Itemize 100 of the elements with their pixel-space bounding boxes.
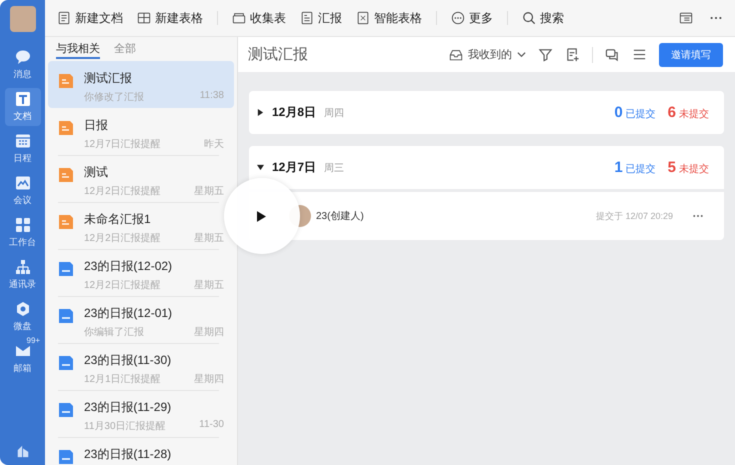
item-subtitle: 你修改了汇报	[84, 90, 144, 104]
grid-icon	[14, 217, 30, 233]
calendar-icon	[14, 133, 30, 149]
box-icon	[232, 11, 246, 25]
toolbar-button[interactable]: 新建文档	[57, 10, 123, 26]
item-subtitle: 12月2日汇报提醒	[84, 278, 161, 292]
document-file-icon	[58, 261, 74, 277]
toolbar-button[interactable]: 新建表格	[137, 10, 203, 26]
toolbar-button[interactable]: 收集表	[232, 10, 286, 26]
caret-down-icon	[257, 164, 264, 171]
item-title: 测试汇报	[84, 70, 133, 87]
item-title: 23的日报(11-29)	[84, 399, 172, 416]
filter-icon[interactable]	[538, 47, 553, 62]
toolbar-button[interactable]: 汇报	[300, 10, 342, 26]
invite-button[interactable]: 邀请填写	[659, 42, 723, 66]
item-title: 未命名汇报1	[84, 211, 152, 228]
item-time: 11:38	[200, 90, 224, 103]
document-file-icon	[58, 308, 74, 324]
building-icon[interactable]	[16, 444, 30, 458]
document-file-icon	[58, 402, 74, 418]
list-item[interactable]: 23的日报(11-28)	[48, 437, 234, 465]
chat-bubble-icon	[14, 49, 30, 65]
item-time: 星期四	[194, 326, 224, 339]
caret-right-icon	[257, 109, 264, 116]
toolbar-button[interactable]: 更多	[451, 10, 493, 26]
item-time: 星期五	[194, 278, 224, 292]
weekday: 周三	[324, 162, 344, 174]
item-title: 23的日报(11-30)	[84, 352, 172, 369]
nav-label: 邮箱	[14, 362, 32, 375]
sidebar-item[interactable]: 文档	[4, 88, 40, 126]
pending-label: 未提交	[679, 162, 709, 176]
nav-label: 微盘	[14, 320, 32, 333]
inbox-icon	[449, 48, 463, 62]
layout-icon[interactable]	[679, 11, 693, 25]
chevron-down-icon	[517, 50, 526, 59]
nav-label: 通讯录	[9, 278, 36, 291]
add-note-icon[interactable]	[565, 47, 580, 62]
nav-label: 日程	[14, 152, 32, 165]
sidebar-item[interactable]: 工作台	[4, 214, 40, 252]
nav-label: 工作台	[9, 236, 36, 249]
day-date: 12月7日	[272, 159, 316, 176]
item-subtitle: 12月7日汇报提醒	[84, 138, 161, 151]
day-header[interactable]: 12月8日 周四 0 已提交 6 未提交	[249, 91, 724, 134]
item-title: 23的日报(12-02)	[84, 258, 174, 275]
report-icon	[300, 11, 314, 25]
list-item[interactable]: 测试汇报 你修改了汇报 11:38	[48, 61, 234, 108]
list-item[interactable]: 日报 12月7日汇报提醒 昨天	[48, 108, 234, 155]
item-title: 23的日报(11-28)	[84, 446, 172, 463]
list-item[interactable]: 23的日报(11-30) 12月1日汇报提醒 星期四	[48, 343, 234, 390]
item-subtitle: 12月2日汇报提醒	[84, 184, 161, 198]
item-time: 星期五	[194, 232, 224, 245]
report-file-icon	[58, 73, 74, 89]
submitted-count: 0	[614, 104, 623, 121]
report-file-icon	[58, 167, 74, 183]
table-icon	[137, 11, 151, 25]
list-item[interactable]: 23的日报(11-29) 11月30日汇报提醒 11-30	[48, 390, 234, 437]
list-item[interactable]: 23的日报(12-02) 12月2日汇报提醒 星期五	[48, 249, 234, 296]
smart-table-icon	[356, 11, 370, 25]
item-subtitle: 你编辑了汇报	[84, 326, 144, 339]
report-file-icon	[58, 120, 74, 136]
sidebar-item[interactable]: 通讯录	[4, 256, 40, 294]
pending-count: 6	[668, 104, 676, 121]
list-item[interactable]: 23的日报(12-01) 你编辑了汇报 星期四	[48, 296, 234, 343]
sidebar-item[interactable]: 日程	[4, 130, 40, 168]
report-file-icon	[58, 214, 74, 230]
item-time: 11-30	[199, 419, 224, 432]
unread-count: 99+	[26, 336, 40, 345]
item-title: 23的日报(12-01)	[84, 305, 174, 322]
item-title: 测试	[84, 164, 109, 181]
document-file-icon	[58, 355, 74, 371]
item-subtitle: 12月1日汇报提醒	[84, 372, 161, 386]
sidebar-item[interactable]: 微盘	[4, 298, 40, 336]
nav-label: 文档	[14, 110, 32, 123]
submitted-label: 已提交	[626, 108, 656, 121]
item-title: 日报	[84, 117, 109, 134]
toolbar-button[interactable]: 智能表格	[356, 10, 422, 26]
item-time: 昨天	[204, 138, 224, 151]
nav-label: 会议	[14, 194, 32, 207]
submitter-name: 23(创建人)	[316, 210, 364, 223]
search-icon	[522, 11, 536, 25]
mountain-icon	[14, 175, 30, 191]
chat-bubbles-icon[interactable]	[605, 47, 620, 62]
weekday: 周四	[324, 106, 344, 120]
submit-time: 提交于 12/07 20:29	[596, 210, 673, 222]
toolbar-button[interactable]: 搜索	[522, 10, 564, 26]
item-time: 星期四	[194, 372, 224, 386]
item-subtitle: 12月2日汇报提醒	[84, 232, 161, 245]
mail-icon	[14, 343, 30, 359]
sidebar-item[interactable]: 消息	[4, 46, 40, 84]
item-subtitle: 11月30日汇报提醒	[84, 420, 166, 433]
document-icon	[14, 91, 30, 107]
hexagon-icon	[14, 301, 30, 317]
menu-icon[interactable]	[632, 47, 647, 62]
submitted-count: 1	[614, 159, 623, 176]
sidebar-item[interactable]: 会议	[4, 172, 40, 210]
day-header[interactable]: 12月7日 周三 1 已提交 5 未提交	[249, 146, 724, 189]
nav-label: 消息	[14, 68, 32, 81]
filter-dropdown[interactable]: 我收到的	[449, 47, 526, 62]
list-tab[interactable]: 与我相关	[56, 37, 100, 59]
org-chart-icon	[14, 259, 30, 275]
